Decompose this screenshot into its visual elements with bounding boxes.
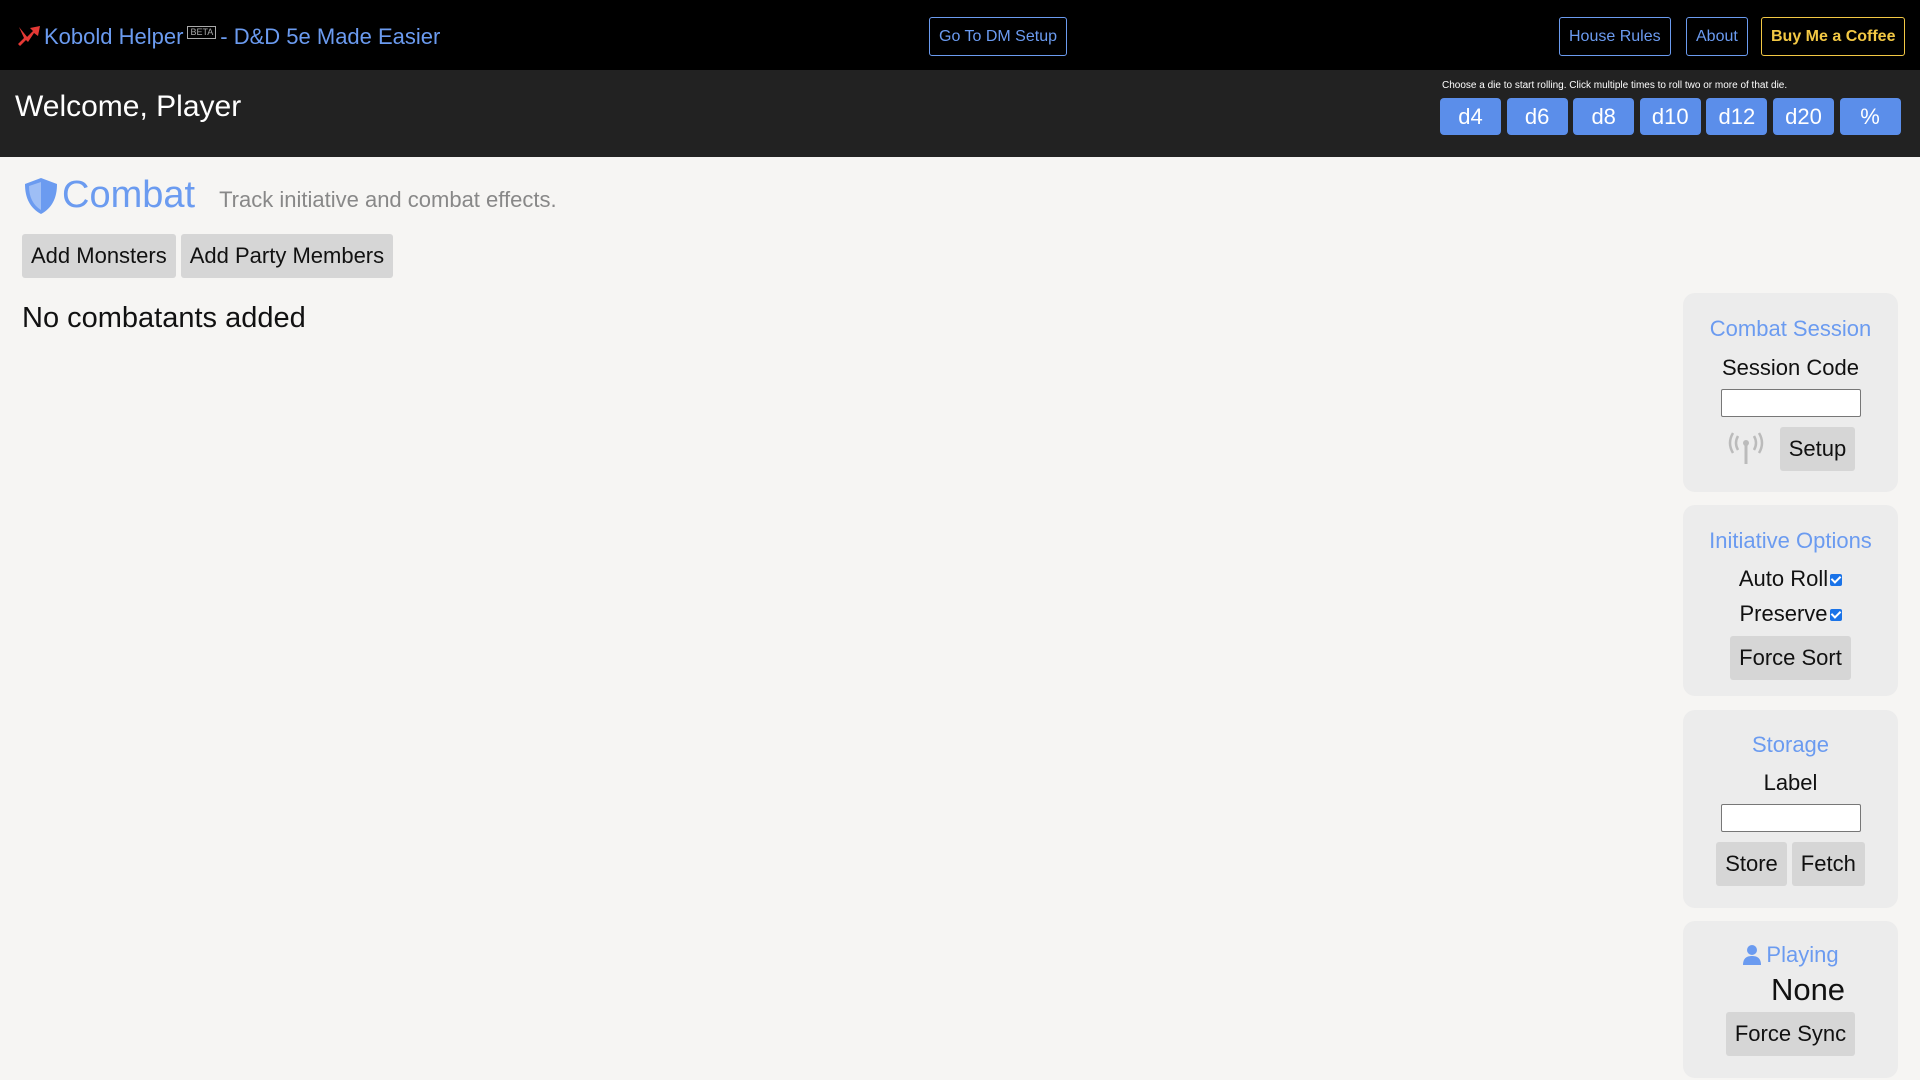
preserve-row: Preserve — [1683, 601, 1898, 627]
session-code-label: Session Code — [1722, 355, 1859, 380]
brand-tagline: - D&D 5e Made Easier — [220, 24, 441, 49]
buy-me-a-coffee-button[interactable]: Buy Me a Coffee — [1761, 17, 1906, 56]
setup-button[interactable]: Setup — [1779, 427, 1856, 471]
storage-panel: Storage Label Store Fetch — [1683, 710, 1898, 908]
playing-panel: Playing None Force Sync — [1683, 921, 1898, 1078]
user-icon — [1743, 945, 1762, 965]
die-button-d6[interactable]: d6 — [1506, 98, 1568, 135]
combat-actions: Add Monsters Add Party Members — [22, 234, 398, 278]
die-button-d8[interactable]: d8 — [1573, 98, 1635, 135]
shield-icon — [25, 177, 57, 214]
playing-title: Playing — [1766, 942, 1839, 967]
go-to-dm-setup-button[interactable]: Go To DM Setup — [929, 17, 1067, 56]
storage-label-label: Label — [1763, 770, 1818, 795]
add-monsters-button[interactable]: Add Monsters — [22, 234, 176, 278]
about-button[interactable]: About — [1686, 17, 1748, 56]
fetch-button[interactable]: Fetch — [1791, 842, 1865, 886]
welcome-bar: Welcome, Player Choose a die to start ro… — [0, 70, 1920, 157]
initiative-options-panel: Initiative Options Auto Roll Preserve Fo… — [1683, 505, 1898, 696]
store-button[interactable]: Store — [1716, 842, 1787, 886]
die-button-percent[interactable]: % — [1839, 98, 1901, 135]
session-code-input[interactable] — [1720, 389, 1861, 417]
combat-session-panel: Combat Session Session Code Setup — [1683, 293, 1898, 492]
storage-label-input[interactable] — [1720, 804, 1861, 832]
combat-session-title: Combat Session — [1709, 316, 1872, 341]
force-sort-button[interactable]: Force Sort — [1730, 636, 1851, 680]
initiative-options-title: Initiative Options — [1709, 528, 1872, 553]
die-button-d12[interactable]: d12 — [1706, 98, 1768, 135]
beta-badge: BETA — [187, 25, 217, 39]
brand[interactable]: Kobold Helper BETA - D&D 5e Made Easier — [16, 24, 440, 50]
dice-roller: d4 d6 d8 d10 d12 d20 % — [1440, 98, 1906, 135]
kobold-logo-icon — [18, 26, 40, 46]
preserve-label: Preserve — [1739, 601, 1828, 626]
preserve-checkbox[interactable] — [1829, 609, 1842, 622]
broadcast-icon — [1728, 432, 1763, 464]
empty-combatants-message: No combatants added — [22, 302, 306, 334]
page-title: Combat — [62, 174, 196, 216]
auto-roll-label: Auto Roll — [1738, 566, 1829, 591]
top-navbar: Kobold Helper BETA - D&D 5e Made Easier … — [0, 0, 1920, 70]
playing-title-row: Playing — [1683, 942, 1898, 968]
storage-title: Storage — [1751, 732, 1830, 757]
force-sync-button[interactable]: Force Sync — [1725, 1012, 1856, 1056]
combat-header: Combat Track initiative and combat effec… — [22, 174, 557, 217]
welcome-text: Welcome, Player — [15, 90, 242, 123]
brand-name: Kobold Helper — [44, 24, 184, 49]
die-button-d20[interactable]: d20 — [1772, 98, 1834, 135]
auto-roll-row: Auto Roll — [1683, 566, 1898, 592]
session-controls: Setup — [1683, 427, 1898, 471]
storage-controls: Store Fetch — [1683, 842, 1898, 886]
house-rules-button[interactable]: House Rules — [1559, 17, 1671, 56]
page-subtitle: Track initiative and combat effects. — [219, 187, 557, 212]
die-button-d4[interactable]: d4 — [1440, 98, 1501, 135]
playing-value: None — [1770, 972, 1846, 1007]
add-party-members-button[interactable]: Add Party Members — [180, 234, 394, 278]
dice-hint: Choose a die to start rolling. Click mul… — [1442, 80, 1788, 91]
auto-roll-checkbox[interactable] — [1830, 574, 1843, 587]
die-button-d10[interactable]: d10 — [1639, 98, 1701, 135]
